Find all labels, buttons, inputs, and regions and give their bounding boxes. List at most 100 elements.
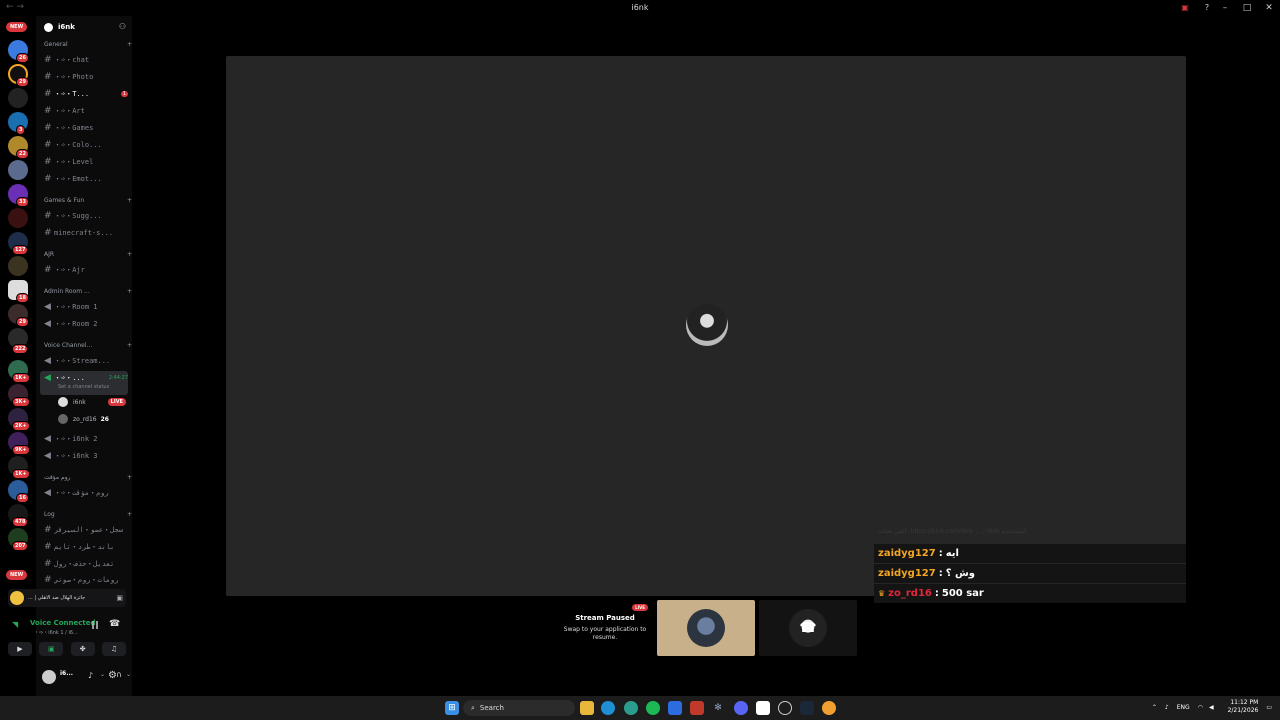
signal-icon[interactable]: ◥ bbox=[12, 620, 18, 629]
settings-icon[interactable]: ✻ bbox=[711, 701, 725, 715]
chevron-down-icon[interactable]: ⌄ bbox=[100, 671, 105, 678]
hash-icon: # bbox=[44, 559, 52, 569]
phone-avatar-icon: ☎ bbox=[789, 609, 827, 647]
hash-icon: # bbox=[44, 140, 52, 150]
category-ajr[interactable]: AJR + bbox=[44, 251, 132, 258]
plus-icon[interactable]: + bbox=[124, 251, 132, 258]
category-admin[interactable]: Admin Room ... + bbox=[44, 288, 132, 295]
plus-icon[interactable]: + bbox=[124, 511, 132, 518]
invite-icon[interactable]: ⚇ bbox=[119, 22, 126, 31]
chat-message: ♛ zo_rd16:500 sar bbox=[874, 584, 1186, 603]
channel-i6nk-3[interactable]: ◀ ・➩・i6nk 3 bbox=[44, 449, 128, 463]
channel-room-2[interactable]: ◀ ・➩・Room 2 bbox=[44, 317, 128, 331]
popout-icon[interactable]: ▣ bbox=[116, 594, 123, 602]
guild-header[interactable]: i6nk ⚇ bbox=[36, 16, 132, 40]
chat-text: وش ؟ bbox=[945, 568, 976, 579]
obs-icon[interactable] bbox=[778, 701, 792, 715]
channel-chat[interactable]: # ・➩・chat bbox=[44, 53, 128, 67]
channel-log-1[interactable]: # سجل・عضو・السيرفر bbox=[44, 523, 128, 537]
new-badge: NEW bbox=[6, 22, 28, 32]
hash-icon: # bbox=[44, 575, 52, 585]
chrome-icon[interactable] bbox=[624, 701, 638, 715]
participant-tile[interactable] bbox=[657, 600, 755, 656]
channel-temp[interactable]: ◀ ・➩・روم・مؤقت bbox=[44, 486, 128, 500]
voice-connected-panel: ◥ Voice Connected ・➩・i6nk 1 / i6... ‖‖ ☎ bbox=[12, 619, 121, 636]
category-voice[interactable]: Voice Channel... + bbox=[44, 342, 132, 349]
window-controls: – □ ✕ bbox=[1214, 0, 1280, 16]
category-log[interactable]: Log + bbox=[44, 511, 132, 518]
channel-t[interactable]: # ・➩・T... 1 bbox=[44, 87, 128, 101]
channel-log-4[interactable]: # رومات・روم・صوتي bbox=[44, 573, 128, 587]
wifi-icon[interactable]: ◠ bbox=[1198, 704, 1203, 711]
server-icon[interactable] bbox=[8, 160, 28, 180]
mic-icon[interactable]: ♪ bbox=[88, 671, 93, 680]
channel-status[interactable]: Set a channel status bbox=[58, 384, 109, 390]
edge-icon[interactable] bbox=[601, 701, 615, 715]
minimize-button[interactable]: – bbox=[1214, 0, 1236, 16]
channel-colo[interactable]: # ・➩・Colo... bbox=[44, 138, 128, 152]
file-explorer-icon[interactable] bbox=[580, 701, 594, 715]
chat-message: zaidyg127: ايه bbox=[874, 544, 1186, 563]
store-icon[interactable] bbox=[668, 701, 682, 715]
channel-stream[interactable]: ◀ ・➩・Stream... bbox=[44, 354, 128, 368]
server-icon[interactable] bbox=[8, 256, 28, 276]
channel-minecraft[interactable]: # minecraft-s... bbox=[44, 226, 128, 240]
channel-games[interactable]: # ・➩・Games bbox=[44, 121, 128, 135]
channel-log-2[interactable]: # باند・طرد・تايم bbox=[44, 540, 128, 554]
activity-panel[interactable]: ... | جائزة الهلال ضد الأهلي ▣ bbox=[8, 589, 126, 607]
plus-icon[interactable]: + bbox=[124, 474, 132, 481]
maximize-button[interactable]: □ bbox=[1236, 0, 1258, 16]
plus-icon[interactable]: + bbox=[124, 342, 132, 349]
unread-badge: 18 bbox=[16, 293, 29, 303]
help-icon[interactable]: ? bbox=[1202, 3, 1212, 13]
inbox-icon[interactable]: ▣ bbox=[1180, 3, 1190, 13]
channel-ajr[interactable]: # ・➩・Ajr bbox=[44, 263, 128, 277]
discord-icon[interactable] bbox=[734, 701, 748, 715]
channel-emot[interactable]: # ・➩・Emot... bbox=[44, 172, 128, 186]
spotify-icon[interactable] bbox=[646, 701, 660, 715]
plus-icon[interactable]: + bbox=[124, 41, 132, 48]
app-icon[interactable] bbox=[690, 701, 704, 715]
channel-room-1[interactable]: ◀ ・➩・Room 1 bbox=[44, 300, 128, 314]
channel-level[interactable]: # ・➩・Level bbox=[44, 155, 128, 169]
chevron-down-icon[interactable]: ⌄ bbox=[126, 671, 131, 678]
clock[interactable]: 11:12 PM 2/21/2026 bbox=[1228, 699, 1259, 715]
mic-icon[interactable]: ♪ bbox=[1165, 704, 1169, 711]
server-icon[interactable] bbox=[8, 208, 28, 228]
screen-share-icon[interactable]: ▣ bbox=[39, 642, 64, 656]
participant-tile[interactable]: ☎ bbox=[759, 600, 857, 656]
plus-icon[interactable]: + bbox=[124, 197, 132, 204]
plus-icon[interactable]: + bbox=[124, 288, 132, 295]
disconnect-icon[interactable]: ☎ bbox=[109, 619, 120, 629]
language-indicator[interactable]: ENG bbox=[1177, 704, 1190, 711]
voice-user[interactable]: i6nk LIVE bbox=[58, 396, 126, 408]
volume-icon[interactable]: ◀ bbox=[1209, 704, 1214, 711]
settings-gear-icon[interactable]: ⚙ bbox=[108, 670, 117, 681]
channel-i6nk-2[interactable]: ◀ ・➩・i6nk 2 bbox=[44, 432, 128, 446]
system-tray: ⌃ ♪ ENG ◠ ◀ 11:12 PM 2/21/2026 ▭ bbox=[1152, 699, 1272, 715]
channel-art[interactable]: # ・➩・Art bbox=[44, 104, 128, 118]
voice-user[interactable]: zo_rd16 26 bbox=[58, 413, 126, 425]
app-icon[interactable] bbox=[756, 701, 770, 715]
channel-current[interactable]: ◀ ・➩・... 2:44:27 bbox=[44, 371, 128, 385]
channel-sugg[interactable]: # ・➩・Sugg... bbox=[44, 209, 128, 223]
windows-start-icon[interactable]: ⊞ bbox=[445, 701, 459, 715]
close-button[interactable]: ✕ bbox=[1258, 0, 1280, 16]
avatar[interactable] bbox=[42, 670, 56, 684]
chevron-up-icon[interactable]: ⌃ bbox=[1152, 704, 1157, 711]
soundboard-icon[interactable]: ♫ bbox=[101, 642, 126, 656]
camera-icon[interactable]: ▶ bbox=[8, 642, 32, 656]
steam-icon[interactable] bbox=[800, 701, 814, 715]
category-general[interactable]: General + bbox=[44, 41, 132, 48]
category-rooms[interactable]: روم مؤقت + bbox=[44, 474, 132, 481]
server-icon[interactable] bbox=[8, 88, 28, 108]
hash-icon: # bbox=[44, 106, 52, 116]
noise-suppression-icon[interactable]: ‖‖ bbox=[91, 620, 99, 629]
notification-icon[interactable]: ▭ bbox=[1266, 704, 1272, 711]
activities-icon[interactable]: ✤ bbox=[70, 642, 95, 656]
channel-log-3[interactable]: # تعديل・حذف・رول bbox=[44, 557, 128, 571]
app-icon[interactable] bbox=[822, 701, 836, 715]
category-games-fun[interactable]: Games & Fun + bbox=[44, 197, 132, 204]
channel-photo[interactable]: # ・➩・Photo bbox=[44, 70, 128, 84]
taskbar-search[interactable]: ⌕ Search bbox=[463, 700, 575, 716]
